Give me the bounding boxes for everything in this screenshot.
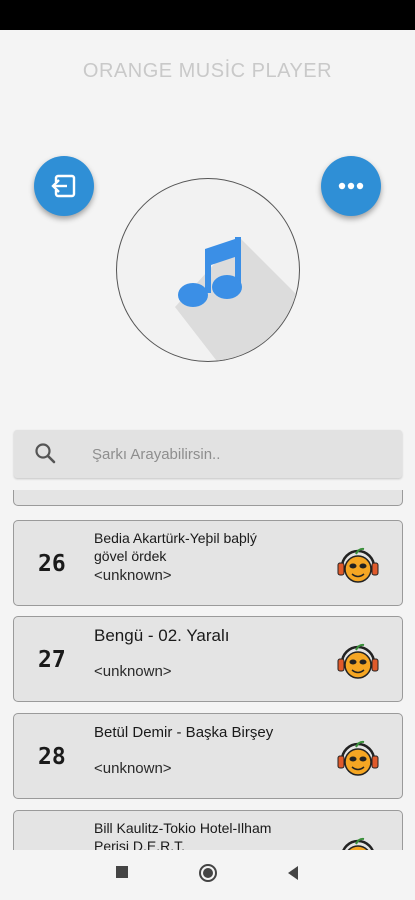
song-title: Bill Kaulitz-Tokio Hotel-Ilham Perisi D.… <box>94 820 272 850</box>
song-title: Bengü - 02. Yaralı <box>94 626 230 645</box>
orange-headphones-icon <box>337 740 379 776</box>
song-list[interactable]: 26 Bedia Akartürk-Yeþil baþlý gövel örde… <box>0 490 415 850</box>
exit-to-app-icon <box>51 174 76 198</box>
recents-icon[interactable] <box>115 865 129 879</box>
song-number: 28 <box>38 744 66 770</box>
song-card[interactable]: 27 Bengü - 02. Yaralı <unknown> <box>13 616 403 702</box>
search-icon <box>35 443 56 464</box>
back-icon[interactable] <box>286 865 300 881</box>
system-nav-bar <box>0 850 415 900</box>
song-title: Betül Demir - Başka Birşey <box>94 724 274 741</box>
song-card[interactable]: 28 Betül Demir - Başka Birşey <unknown> <box>13 713 403 799</box>
exit-button[interactable] <box>34 156 94 216</box>
song-number: 26 <box>38 551 66 577</box>
app-title: ORANGE MUSİC PLAYER <box>82 60 333 82</box>
song-card[interactable]: Bill Kaulitz-Tokio Hotel-Ilham Perisi D.… <box>13 810 403 850</box>
search-bar[interactable] <box>14 430 402 478</box>
more-horizontal-icon <box>338 182 364 190</box>
song-title: Bedia Akartürk-Yeþil baþlý gövel ördek <box>94 530 257 564</box>
song-card[interactable]: 26 Bedia Akartürk-Yeþil baþlý gövel örde… <box>13 520 403 606</box>
orange-headphones-icon <box>342 837 374 850</box>
orange-headphones-icon <box>337 547 379 583</box>
song-number: 27 <box>38 647 66 673</box>
home-icon[interactable] <box>198 863 218 883</box>
album-art <box>116 178 300 362</box>
more-options-button[interactable] <box>321 156 381 216</box>
song-artist: <unknown> <box>94 567 172 584</box>
song-artist: <unknown> <box>94 663 172 680</box>
song-card[interactable] <box>13 490 403 506</box>
orange-headphones-icon <box>337 643 379 679</box>
status-bar <box>0 0 415 30</box>
song-artist: <unknown> <box>94 760 172 777</box>
music-note-icon <box>175 237 299 361</box>
search-input[interactable] <box>92 430 382 478</box>
